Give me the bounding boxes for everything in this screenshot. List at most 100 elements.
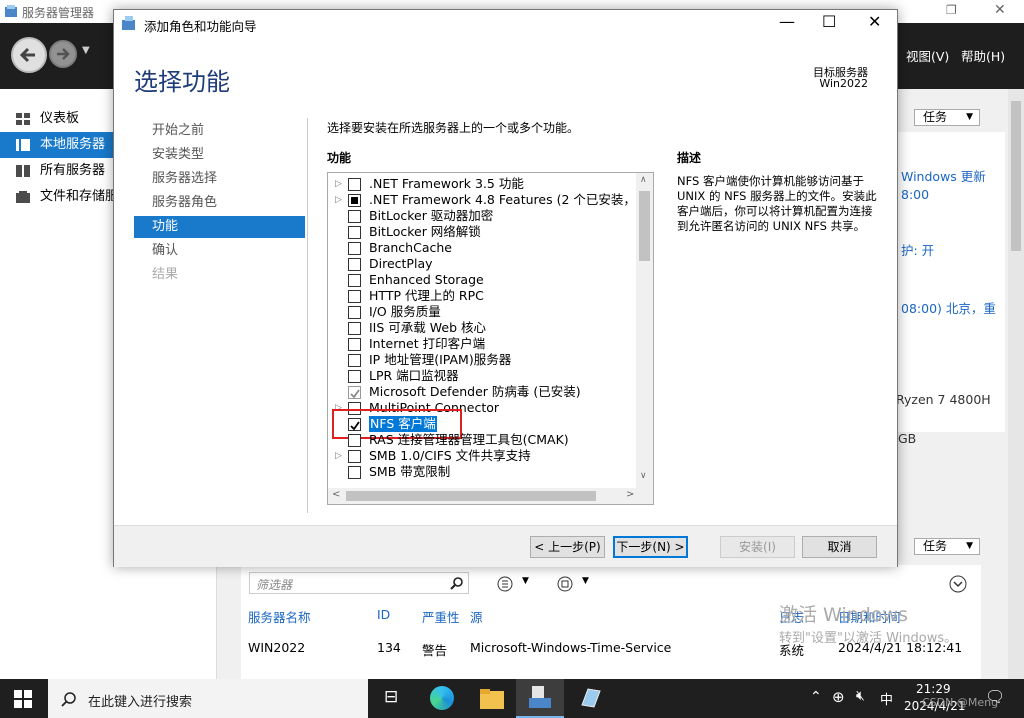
column-id[interactable]: ID	[377, 607, 390, 622]
feature-item[interactable]: Enhanced Storage	[328, 272, 638, 288]
windows-update-link[interactable]: Windows 更新	[901, 166, 986, 185]
list-options-icon[interactable]	[497, 576, 513, 592]
filter-input[interactable]: 筛选器	[249, 572, 469, 594]
column-source[interactable]: 源	[470, 607, 483, 626]
feature-checkbox[interactable]	[348, 370, 361, 383]
history-dropdown-icon[interactable]: ▼	[82, 45, 90, 56]
feature-checkbox[interactable]	[348, 386, 361, 399]
feature-item[interactable]: BranchCache	[328, 240, 638, 256]
scroll-thumb[interactable]	[346, 491, 596, 501]
feature-checkbox[interactable]	[348, 434, 361, 447]
scroll-up-icon[interactable]: ∧	[640, 175, 647, 185]
windows-start-icon[interactable]	[14, 690, 32, 708]
feature-checkbox[interactable]	[348, 306, 361, 319]
notification-icon[interactable]: 🗨︎	[985, 687, 1005, 706]
feature-item[interactable]: I/O 服务质量	[328, 304, 638, 320]
column-server-name[interactable]: 服务器名称	[248, 607, 311, 626]
minimize-icon[interactable]: —	[779, 12, 795, 31]
next-button[interactable]: 下一步(N) >	[613, 536, 688, 558]
previous-button[interactable]: < 上一步(P)	[530, 536, 605, 558]
menu-view[interactable]: 视图(V)	[906, 46, 949, 65]
taskbar-search[interactable]: 在此键入进行搜索	[48, 679, 368, 718]
feature-checkbox[interactable]	[348, 274, 361, 287]
tree-horizontal-scrollbar[interactable]: < >	[328, 488, 653, 504]
server-manager-taskbar-button[interactable]	[516, 679, 564, 718]
feature-item[interactable]: BitLocker 驱动器加密	[328, 208, 638, 224]
feature-item[interactable]: ▷ SMB 1.0/CIFS 文件共享支持	[328, 448, 638, 464]
save-query-icon[interactable]	[557, 576, 573, 592]
feature-checkbox[interactable]	[348, 194, 361, 207]
scroll-right-icon[interactable]: >	[626, 489, 634, 500]
tree-vertical-scrollbar[interactable]: ∧ ∨	[636, 173, 653, 488]
update-time-link[interactable]: 8:00	[901, 187, 929, 202]
maximize-icon[interactable]: ☐	[822, 12, 836, 31]
volume-muted-icon[interactable]: 🔇︎	[856, 688, 865, 704]
task-view-icon[interactable]: ⊟	[384, 687, 398, 707]
protection-link[interactable]: 护: 开	[901, 240, 934, 259]
feature-checkbox[interactable]	[348, 290, 361, 303]
nav-features[interactable]: 功能	[134, 216, 305, 238]
forward-button[interactable]	[49, 40, 77, 68]
nav-installation-type[interactable]: 安装类型	[152, 144, 204, 166]
scroll-thumb[interactable]	[639, 191, 650, 261]
expand-icon[interactable]: ▷	[335, 448, 342, 464]
restore-icon[interactable]: ❐	[946, 3, 957, 17]
feature-item[interactable]: LPR 端口监视器	[328, 368, 638, 384]
close-icon[interactable]: ✕	[868, 12, 881, 31]
tasks-label: 任务	[923, 539, 948, 553]
feature-checkbox[interactable]	[348, 338, 361, 351]
feature-label: SMB 1.0/CIFS 文件共享支持	[369, 448, 531, 463]
chevron-down-icon[interactable]: ▼	[522, 576, 529, 586]
column-severity[interactable]: 严重性	[422, 607, 460, 626]
feature-checkbox[interactable]	[348, 178, 361, 191]
feature-checkbox[interactable]	[348, 226, 361, 239]
feature-item[interactable]: ▷ .NET Framework 3.5 功能	[328, 176, 638, 192]
close-icon[interactable]: ✕	[994, 2, 1006, 18]
nav-before-you-begin[interactable]: 开始之前	[152, 120, 204, 142]
feature-item[interactable]: HTTP 代理上的 RPC	[328, 288, 638, 304]
feature-item[interactable]: SMB 带宽限制	[328, 464, 638, 480]
feature-item[interactable]: ▷ .NET Framework 4.8 Features (2 个已安装，共 7	[328, 192, 653, 208]
timezone-link[interactable]: 08:00) 北京，重	[901, 298, 996, 317]
network-icon[interactable]: ⊕	[832, 688, 845, 706]
main-scrollbar[interactable]	[1008, 89, 1024, 679]
clock-time[interactable]: 21:29	[916, 682, 951, 696]
description-text: NFS 客户端使你计算机能够访问基于 UNIX 的 NFS 服务器上的文件。安装…	[677, 174, 877, 233]
feature-checkbox[interactable]	[348, 450, 361, 463]
tasks-dropdown[interactable]: 任务 ▼	[914, 109, 980, 126]
expand-icon[interactable]: ▷	[335, 192, 342, 208]
tray-chevron-up-icon[interactable]: ⌃	[810, 689, 822, 705]
features-tree[interactable]: ▷ .NET Framework 3.5 功能 ▷ .NET Framework 4.…	[327, 172, 654, 505]
feature-item[interactable]: Internet 打印客户端	[328, 336, 638, 352]
feature-item[interactable]: IIS 可承载 Web 核心	[328, 320, 638, 336]
edge-icon[interactable]	[430, 686, 454, 710]
nav-confirmation[interactable]: 确认	[152, 240, 178, 262]
wizard-taskbar-icon[interactable]	[578, 687, 602, 709]
feature-item[interactable]: DirectPlay	[328, 256, 638, 272]
feature-item[interactable]: BitLocker 网络解锁	[328, 224, 638, 240]
feature-item[interactable]: RAS 连接管理器管理工具包(CMAK)	[328, 432, 638, 448]
feature-checkbox[interactable]	[348, 466, 361, 479]
feature-checkbox[interactable]	[348, 242, 361, 255]
nav-server-roles[interactable]: 服务器角色	[152, 192, 217, 214]
cancel-button[interactable]: 取消	[802, 536, 877, 558]
feature-checkbox[interactable]	[348, 210, 361, 223]
nav-server-selection[interactable]: 服务器选择	[152, 168, 217, 190]
ime-indicator[interactable]: 中	[880, 689, 893, 708]
file-explorer-icon[interactable]	[480, 687, 504, 709]
expand-icon[interactable]: ▷	[335, 176, 342, 192]
feature-checkbox[interactable]	[348, 322, 361, 335]
feature-checkbox[interactable]	[348, 258, 361, 271]
collapse-icon[interactable]	[949, 575, 967, 593]
install-button[interactable]: 安装(I)	[720, 536, 795, 558]
search-icon[interactable]	[450, 576, 464, 590]
events-tasks-dropdown[interactable]: 任务 ▼	[914, 538, 980, 555]
feature-item[interactable]: IP 地址管理(IPAM)服务器	[328, 352, 638, 368]
menu-help[interactable]: 帮助(H)	[961, 46, 1005, 65]
scroll-down-icon[interactable]: ∨	[640, 471, 647, 481]
chevron-down-icon[interactable]: ▼	[582, 576, 589, 586]
back-button[interactable]	[11, 37, 47, 73]
scroll-left-icon[interactable]: <	[332, 489, 340, 500]
feature-item[interactable]: Microsoft Defender 防病毒 (已安装)	[328, 384, 638, 400]
feature-checkbox[interactable]	[348, 354, 361, 367]
